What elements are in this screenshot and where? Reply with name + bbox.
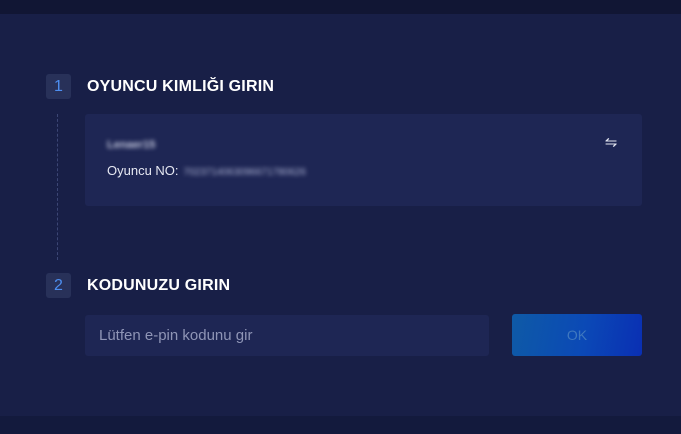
step-1-title: OYUNCU KIMLIĞI GIRIN: [87, 78, 275, 95]
player-id-value: 7023714063096671780626: [183, 167, 306, 178]
player-id-row: Oyuncu NO: 7023714063096671780626: [107, 163, 306, 178]
epin-code-input[interactable]: [85, 315, 489, 356]
ok-button[interactable]: OK: [512, 314, 642, 356]
step-1-number: 1: [46, 74, 71, 99]
bottom-band: [0, 416, 681, 434]
step-connector-line: [57, 114, 58, 260]
player-name: Lenaer15: [107, 139, 156, 151]
swap-arrows-icon[interactable]: ⇋: [603, 134, 619, 152]
player-id-label: Oyuncu NO:: [107, 163, 179, 178]
step-2-number: 2: [46, 273, 71, 298]
step-2-title: KODUNUZU GIRIN: [87, 277, 231, 294]
top-band: [0, 0, 681, 14]
player-info-card: Lenaer15 Oyuncu NO: 702371406309667178062…: [85, 114, 642, 206]
